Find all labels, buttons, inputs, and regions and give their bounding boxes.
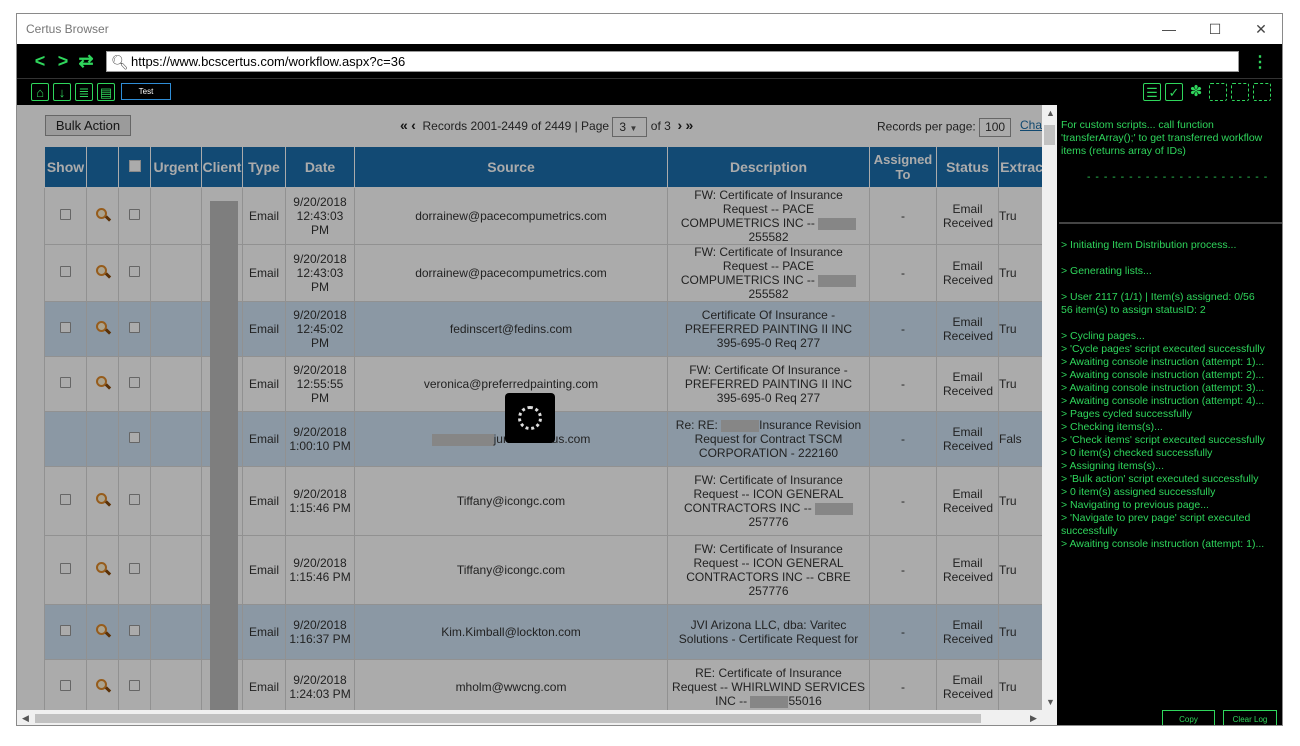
console-log-line: > Awaiting console instruction (attempt:… bbox=[1061, 369, 1265, 381]
console-log-line: > Awaiting console instruction (attempt:… bbox=[1061, 395, 1265, 407]
workflow-content: Bulk Action « ‹ Records 2001-2449 of 244… bbox=[17, 105, 1042, 710]
console-log-line: 56 item(s) to assign statusID: 2 bbox=[1061, 304, 1206, 316]
console-log-line: > User 2117 (1/1) | Item(s) assigned: 0/… bbox=[1061, 291, 1255, 303]
console-log-line: > Initiating Item Distribution process..… bbox=[1061, 239, 1237, 251]
title-bar: Certus Browser — ☐ ✕ bbox=[17, 14, 1282, 44]
copy-button[interactable]: Copy bbox=[1162, 710, 1215, 725]
console-log-line: > Checking items(s)... bbox=[1061, 421, 1163, 433]
console-separator bbox=[1059, 222, 1282, 224]
console-log: > Initiating Item Distribution process..… bbox=[1061, 239, 1281, 551]
select-area-icon-1[interactable] bbox=[1209, 83, 1227, 101]
forward-icon[interactable]: > bbox=[52, 51, 74, 71]
report-icon[interactable]: ▤ bbox=[97, 83, 115, 101]
navigation-bar: < > ⇄ 🔍︎ https://www.bcscertus.com/workf… bbox=[17, 44, 1282, 78]
horizontal-scroll-thumb[interactable] bbox=[35, 714, 981, 723]
console-log-line: > Awaiting console instruction (attempt:… bbox=[1061, 382, 1265, 394]
window-title: Certus Browser bbox=[26, 22, 109, 36]
select-area-icon-3[interactable] bbox=[1253, 83, 1271, 101]
select-area-icon-2[interactable] bbox=[1231, 83, 1249, 101]
minimize-button[interactable]: — bbox=[1146, 14, 1192, 44]
scroll-down-icon[interactable]: ▼ bbox=[1046, 697, 1055, 707]
refresh-icon[interactable]: ⇄ bbox=[75, 51, 97, 71]
browser-window: Certus Browser — ☐ ✕ < > ⇄ 🔍︎ https://ww… bbox=[16, 13, 1283, 726]
document-icon[interactable]: ≣ bbox=[75, 83, 93, 101]
scroll-left-icon[interactable]: ◀ bbox=[22, 713, 29, 724]
console-log-line: > 'Bulk action' script executed successf… bbox=[1061, 473, 1259, 485]
console-log-line bbox=[1061, 278, 1281, 291]
console-log-line: > Assigning items(s)... bbox=[1061, 460, 1164, 472]
horizontal-scrollbar[interactable]: ◀ ▶ bbox=[17, 710, 1057, 725]
download-icon[interactable]: ↓ bbox=[53, 83, 71, 101]
console-log-line: > 'Check items' script executed successf… bbox=[1061, 434, 1265, 446]
checkbox-icon[interactable]: ✓ bbox=[1165, 83, 1183, 101]
home-icon[interactable]: ⌂ bbox=[31, 83, 49, 101]
console-log-line bbox=[1061, 252, 1281, 265]
vertical-scroll-thumb[interactable] bbox=[1044, 125, 1055, 145]
back-icon[interactable]: < bbox=[29, 51, 51, 71]
paw-icon[interactable]: ✽ bbox=[1187, 83, 1205, 101]
console-log-line: > Awaiting console instruction (attempt:… bbox=[1061, 538, 1265, 550]
console-log-line: > 'Navigate to prev page' script execute… bbox=[1061, 512, 1251, 537]
search-icon: 🔍︎ bbox=[111, 54, 129, 70]
console-log-line: > Awaiting console instruction (attempt:… bbox=[1061, 356, 1265, 368]
close-button[interactable]: ✕ bbox=[1238, 14, 1282, 44]
test-button[interactable]: Test bbox=[121, 83, 171, 100]
console-help-text: For custom scripts... call function 'tra… bbox=[1061, 119, 1263, 157]
clear-log-button[interactable]: Clear Log bbox=[1223, 710, 1277, 725]
console-log-line bbox=[1061, 317, 1281, 330]
console-log-line: > 'Cycle pages' script executed successf… bbox=[1061, 343, 1265, 355]
console-log-line: > Generating lists... bbox=[1061, 265, 1152, 277]
console-panel: For custom scripts... call function 'tra… bbox=[1057, 105, 1282, 725]
vertical-scrollbar[interactable]: ▲ ▼ bbox=[1042, 105, 1057, 710]
loading-spinner bbox=[505, 393, 555, 443]
maximize-button[interactable]: ☐ bbox=[1192, 14, 1238, 44]
console-dash-divider: - - - - - - - - - - - - - - - - - - - - … bbox=[1087, 171, 1269, 183]
menu-icon[interactable]: ⋮ bbox=[1252, 52, 1268, 72]
spinner-icon bbox=[518, 406, 542, 430]
app-toolbar: ⌂ ↓ ≣ ▤ Test ☰ ✓ ✽ bbox=[17, 78, 1282, 105]
console-log-line: > Navigating to previous page... bbox=[1061, 499, 1209, 511]
console-log-line: > Pages cycled successfully bbox=[1061, 408, 1193, 420]
scroll-right-icon[interactable]: ▶ bbox=[1030, 713, 1037, 724]
scroll-up-icon[interactable]: ▲ bbox=[1046, 108, 1055, 118]
console-log-line: > Cycling pages... bbox=[1061, 330, 1145, 342]
url-input[interactable]: 🔍︎ https://www.bcscertus.com/workflow.as… bbox=[106, 51, 1239, 72]
clipboard-icon[interactable]: ☰ bbox=[1143, 83, 1161, 101]
console-log-line: > 0 item(s) assigned successfully bbox=[1061, 486, 1216, 498]
console-log-line: > 0 item(s) checked successfully bbox=[1061, 447, 1213, 459]
url-text: https://www.bcscertus.com/workflow.aspx?… bbox=[131, 54, 406, 69]
